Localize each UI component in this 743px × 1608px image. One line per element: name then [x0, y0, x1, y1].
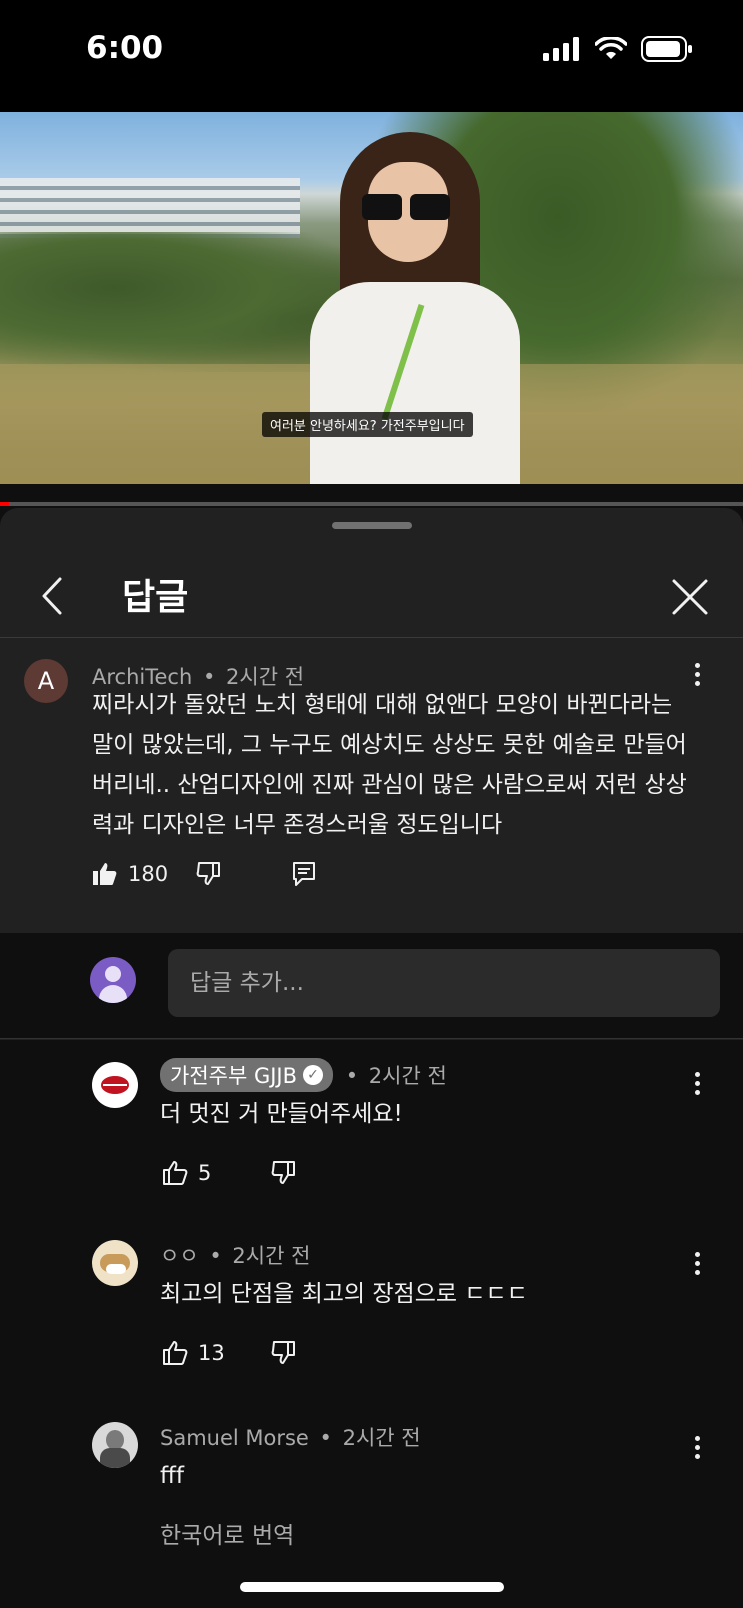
avatar[interactable]: A: [24, 659, 68, 703]
dislike-icon[interactable]: [196, 861, 222, 887]
comment-actions: 13: [162, 1340, 297, 1366]
comment-actions: 180: [92, 861, 316, 887]
comment-text: 최고의 단점을 최고의 장점으로 ㄷㄷㄷ: [160, 1281, 528, 1307]
add-reply-input[interactable]: 답글 추가...: [168, 949, 720, 1017]
list-item: Samuel Morse • 2시간 전 fff 한국어로 번역: [0, 1400, 743, 1608]
channel-owner-badge[interactable]: 가전주부 GJJB ✓: [160, 1058, 334, 1092]
dislike-icon[interactable]: [271, 1160, 297, 1186]
comment-text: 더 멋진 거 만들어주세요!: [160, 1101, 403, 1127]
meta-separator: •: [319, 1426, 332, 1450]
comment-actions: 5: [162, 1160, 297, 1186]
wifi-icon: [595, 37, 627, 59]
video-progress-bar[interactable]: [0, 502, 743, 506]
reply-comment-icon[interactable]: [292, 861, 316, 887]
replies-sheet: 답글 A ArchiTech • 2시간 전 찌라시가 돌았던 노치 형태에 대…: [0, 508, 743, 1608]
comment-text: 찌라시가 돌았던 노치 형태에 대해 없앤다 모양이 바뀐다라는 말이 많았는데…: [92, 692, 687, 838]
like-icon[interactable]: [162, 1340, 188, 1366]
video-player[interactable]: 여러분 안녕하세요? 가전주부입니다: [0, 112, 743, 484]
like-filled-icon[interactable]: [92, 861, 118, 887]
replies-list: 가전주부 GJJB ✓ • 2시간 전 더 멋진 거 만들어주세요! 5 ㅇㅇ …: [0, 1040, 743, 1608]
meta-separator: •: [209, 1244, 222, 1268]
list-item: 가전주부 GJJB ✓ • 2시간 전 더 멋진 거 만들어주세요! 5: [0, 1040, 743, 1220]
comment-author[interactable]: ㅇㅇ: [160, 1244, 199, 1268]
video-scene-building: [0, 178, 300, 238]
avatar[interactable]: [92, 1240, 138, 1286]
parent-comment: A ArchiTech • 2시간 전 찌라시가 돌았던 노치 형태에 대해 없…: [0, 639, 743, 933]
status-bar: 6:00: [0, 0, 743, 112]
meta-separator: •: [345, 1064, 359, 1088]
comment-time: 2시간 전: [368, 1064, 447, 1088]
battery-icon: [641, 36, 692, 62]
comment-meta: 가전주부 GJJB ✓ • 2시간 전: [160, 1058, 447, 1092]
more-options-icon[interactable]: [692, 663, 702, 689]
status-time: 6:00: [86, 30, 164, 66]
sheet-drag-handle[interactable]: [332, 522, 412, 529]
current-user-avatar: [90, 957, 136, 1003]
comment-author[interactable]: Samuel Morse: [160, 1426, 309, 1450]
like-count: 180: [128, 862, 169, 886]
more-options-icon[interactable]: [692, 1072, 702, 1098]
sheet-title: 답글: [122, 577, 189, 618]
translate-link[interactable]: 한국어로 번역: [160, 1516, 294, 1556]
more-options-icon[interactable]: [692, 1436, 702, 1462]
status-icons: [543, 36, 693, 62]
comment-author: 가전주부 GJJB: [170, 1064, 298, 1088]
comment-meta: ㅇㅇ • 2시간 전: [160, 1240, 310, 1270]
list-item: ㅇㅇ • 2시간 전 최고의 단점을 최고의 장점으로 ㄷㄷㄷ 13: [0, 1220, 743, 1400]
video-progress-fill: [0, 502, 9, 506]
like-count: 13: [198, 1341, 225, 1365]
comment-time: 2시간 전: [232, 1244, 311, 1268]
close-icon[interactable]: [671, 578, 709, 616]
dislike-icon[interactable]: [271, 1340, 297, 1366]
home-indicator: [240, 1582, 504, 1592]
comment-time: 2시간 전: [342, 1426, 421, 1450]
cellular-signal-icon: [543, 37, 579, 61]
comment-meta: Samuel Morse • 2시간 전: [160, 1422, 421, 1452]
comment-text: fff: [160, 1463, 184, 1489]
more-options-icon[interactable]: [692, 1252, 702, 1278]
video-caption: 여러분 안녕하세요? 가전주부입니다: [262, 412, 473, 437]
add-reply-row: 답글 추가...: [0, 933, 743, 1039]
back-arrow-icon[interactable]: [38, 576, 68, 616]
like-icon[interactable]: [162, 1160, 188, 1186]
like-count: 5: [198, 1161, 212, 1185]
sheet-header: 답글: [0, 538, 743, 638]
avatar[interactable]: [92, 1422, 138, 1468]
avatar[interactable]: [92, 1062, 138, 1108]
verified-check-icon: ✓: [303, 1065, 324, 1085]
